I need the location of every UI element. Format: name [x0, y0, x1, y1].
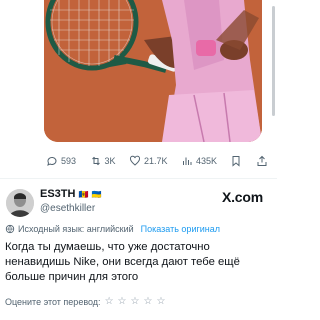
tweet-actions: 593 3K 21.7K 435K: [46, 152, 268, 170]
bookmark-icon: [232, 156, 240, 167]
flag-moldova: 🇲🇩: [78, 189, 89, 199]
tweet-text: Когда ты думаешь, что уже достаточно нен…: [5, 241, 240, 283]
views-button[interactable]: 435K: [181, 155, 217, 167]
bookmark-button[interactable]: [230, 155, 242, 167]
repost-button[interactable]: 3K: [90, 155, 116, 167]
heart-icon: [129, 155, 140, 166]
scrollbar[interactable]: [272, 6, 275, 116]
avatar[interactable]: [6, 189, 34, 217]
author-name-row[interactable]: ES3TH 🇲🇩 🇺🇦: [40, 188, 101, 200]
repost-count: 3K: [104, 156, 116, 166]
star-icon[interactable]: ☆: [131, 296, 140, 307]
like-button[interactable]: 21.7K: [129, 155, 168, 167]
share-button[interactable]: [256, 155, 268, 167]
flag-ukraine: 🇺🇦: [91, 189, 102, 199]
divider: [0, 178, 277, 179]
translation-info: Исходный язык: английский Показать ориги…: [5, 224, 220, 234]
x-logo: X.com: [221, 189, 263, 205]
rate-translation-label: Оцените этот перевод:: [5, 296, 101, 307]
translation-note: Исходный язык: английский: [18, 224, 134, 234]
like-count: 21.7K: [143, 156, 168, 166]
tweet-image[interactable]: [44, 0, 262, 142]
reply-icon: [47, 156, 57, 166]
share-icon: [257, 155, 267, 166]
reply-count: 593: [61, 156, 77, 166]
views-icon: [182, 157, 192, 165]
star-icon[interactable]: ☆: [118, 296, 127, 307]
star-icon[interactable]: ☆: [156, 296, 165, 307]
repost-icon: [91, 156, 100, 166]
show-original-link[interactable]: Показать оригинал: [141, 224, 220, 234]
reply-button[interactable]: 593: [46, 155, 76, 167]
author-name: ES3TH: [40, 188, 76, 200]
star-icon[interactable]: ☆: [143, 296, 152, 307]
author-handle[interactable]: @esethkiller: [40, 203, 95, 214]
star-icon[interactable]: ☆: [105, 296, 114, 307]
views-count: 435K: [195, 156, 218, 166]
globe-icon: [5, 224, 15, 234]
rate-translation: Оцените этот перевод: ☆ ☆ ☆ ☆ ☆: [5, 296, 165, 307]
